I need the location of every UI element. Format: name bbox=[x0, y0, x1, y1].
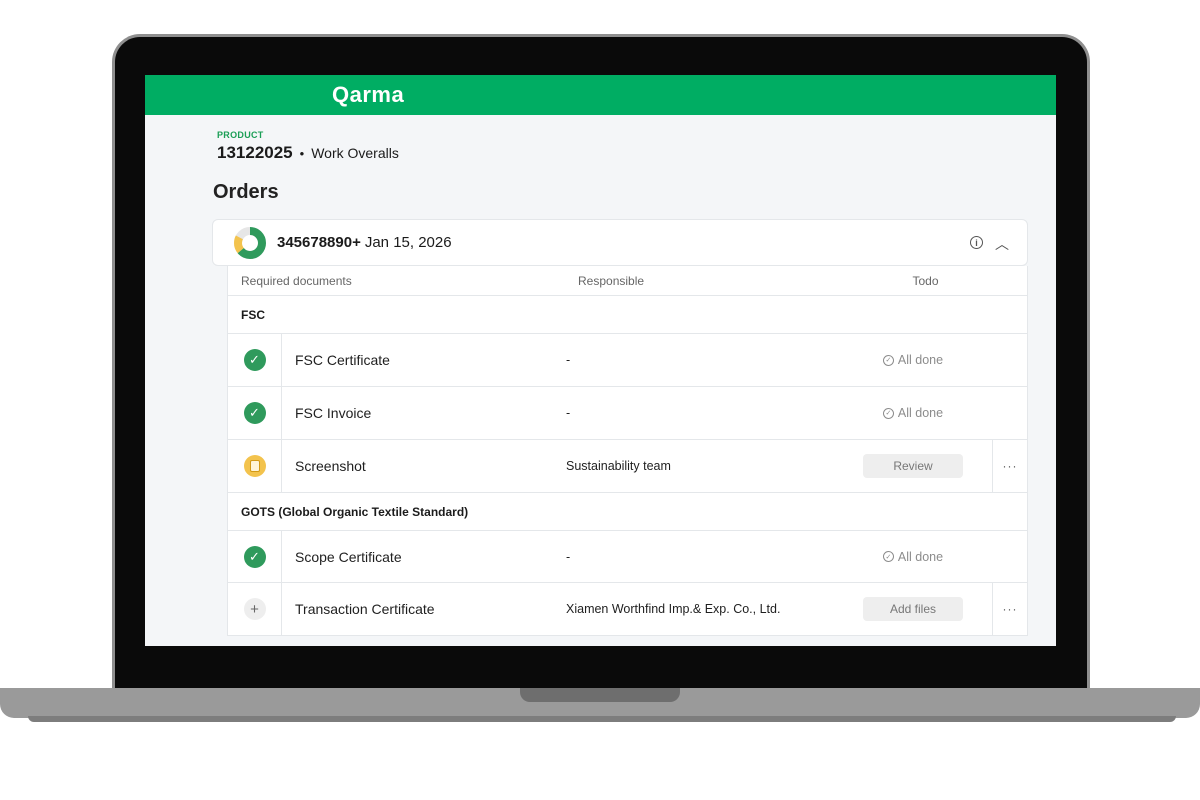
more-options-icon[interactable]: ··· bbox=[992, 583, 1027, 635]
plus-icon[interactable]: + bbox=[243, 598, 266, 620]
table-row[interactable]: Screenshot Sustainability team Review ··… bbox=[228, 440, 1027, 493]
document-name[interactable]: FSC Invoice bbox=[282, 405, 566, 421]
header-required-documents: Required documents bbox=[241, 273, 352, 288]
product-separator: • bbox=[299, 146, 305, 161]
qarma-logo[interactable]: Qarma bbox=[332, 82, 404, 108]
header-responsible: Responsible bbox=[578, 273, 645, 288]
check-circle-icon: ✓ bbox=[243, 402, 266, 424]
check-circle-outline-icon: ✓ bbox=[882, 354, 894, 366]
required-documents-table: Required documents Responsible Todo FSC … bbox=[227, 266, 1028, 636]
status-cell: ✓ bbox=[228, 531, 282, 582]
table-row[interactable]: ✓ FSC Invoice - ✓ All done bbox=[228, 387, 1027, 440]
order-actions: i ︿ bbox=[970, 236, 1009, 251]
status-cell bbox=[228, 440, 282, 492]
laptop-base-lip bbox=[28, 716, 1176, 722]
group-header-fsc: FSC bbox=[228, 296, 1027, 334]
todo-cell: ✓ All done bbox=[863, 353, 963, 367]
app-screen: Qarma PRODUCT 13122025 • Work Overalls O… bbox=[145, 75, 1056, 646]
todo-cell: ✓ All done bbox=[863, 550, 963, 564]
todo-cell: Review bbox=[863, 454, 963, 478]
order-date: Jan 15, 2026 bbox=[364, 234, 452, 251]
review-button[interactable]: Review bbox=[863, 454, 963, 478]
product-id: 13122025 bbox=[217, 143, 293, 162]
document-name[interactable]: FSC Certificate bbox=[282, 352, 566, 368]
product-line: 13122025 • Work Overalls bbox=[217, 143, 399, 163]
page-title: Orders bbox=[213, 181, 279, 203]
check-circle-outline-icon: ✓ bbox=[882, 551, 894, 562]
group-header-gots: GOTS (Global Organic Textile Standard) bbox=[228, 493, 1027, 531]
all-done-status: ✓ All done bbox=[882, 549, 944, 564]
product-name: Work Overalls bbox=[311, 145, 399, 161]
todo-cell: Add files bbox=[863, 597, 963, 621]
responsible-value: - bbox=[566, 549, 571, 564]
table-row[interactable]: + Transaction Certificate Xiamen Worthfi… bbox=[228, 583, 1027, 636]
document-name[interactable]: Transaction Certificate bbox=[282, 601, 566, 617]
table-row[interactable]: ✓ Scope Certificate - ✓ All done bbox=[228, 531, 1027, 583]
more-options-icon[interactable]: ··· bbox=[992, 440, 1027, 492]
todo-status-text: All done bbox=[897, 549, 944, 564]
check-circle-icon: ✓ bbox=[243, 349, 266, 371]
laptop-notch bbox=[520, 688, 680, 702]
responsible-value: - bbox=[566, 353, 571, 367]
header-todo: Todo bbox=[912, 273, 939, 288]
document-name[interactable]: Screenshot bbox=[282, 458, 566, 474]
responsible-value: - bbox=[566, 406, 571, 420]
check-circle-outline-icon: ✓ bbox=[882, 407, 894, 419]
status-cell: ✓ bbox=[228, 387, 282, 439]
todo-status-text: All done bbox=[897, 406, 944, 420]
all-done-status: ✓ All done bbox=[882, 406, 944, 420]
responsible-value: Sustainability team bbox=[566, 459, 671, 473]
table-header: Required documents Responsible Todo bbox=[228, 266, 1027, 296]
table-row[interactable]: ✓ FSC Certificate - ✓ All done bbox=[228, 334, 1027, 387]
info-icon[interactable]: i bbox=[970, 236, 983, 249]
todo-status-text: All done bbox=[897, 353, 944, 367]
order-id: 345678890+ bbox=[277, 234, 361, 251]
app-header: Qarma bbox=[145, 75, 1056, 115]
status-cell: ✓ bbox=[228, 334, 282, 386]
order-card-header[interactable]: 345678890+ Jan 15, 2026 i ︿ bbox=[212, 219, 1028, 266]
progress-donut-icon bbox=[234, 226, 266, 259]
status-cell: + bbox=[228, 583, 282, 635]
responsible-value: Xiamen Worthfind Imp.& Exp. Co., Ltd. bbox=[566, 602, 781, 616]
document-name[interactable]: Scope Certificate bbox=[282, 549, 566, 565]
product-label: PRODUCT bbox=[217, 130, 264, 140]
add-files-button[interactable]: Add files bbox=[863, 597, 963, 621]
check-circle-icon: ✓ bbox=[243, 545, 266, 568]
todo-cell: ✓ All done bbox=[863, 406, 963, 420]
pending-document-icon bbox=[243, 455, 266, 477]
all-done-status: ✓ All done bbox=[882, 353, 944, 367]
chevron-up-icon[interactable]: ︿ bbox=[995, 237, 1009, 251]
